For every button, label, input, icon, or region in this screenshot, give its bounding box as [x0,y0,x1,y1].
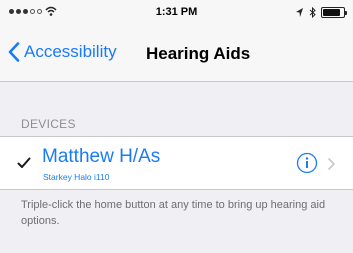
device-model: Starkey Halo i110 [43,172,110,182]
checkmark-icon [17,157,31,168]
back-chevron-icon [8,42,20,62]
battery-fill [323,9,340,16]
footer-hint: Triple-click the home button at any time… [21,199,326,227]
navigation-bar: Accessibility Hearing Aids [0,26,353,82]
section-header-devices: DEVICES [21,117,76,131]
device-name: Matthew H/As [42,146,161,167]
info-icon[interactable] [296,152,318,174]
back-button[interactable]: Accessibility [8,42,117,62]
bluetooth-icon [309,7,316,18]
back-label: Accessibility [24,42,117,61]
device-row[interactable]: Matthew H/As Starkey Halo i110 [0,136,353,190]
status-bar: 1:31 PM [0,0,353,26]
page-title: Hearing Aids [146,44,251,63]
location-arrow-icon [296,7,303,17]
chevron-right-icon [328,158,335,170]
battery-icon [321,7,347,18]
